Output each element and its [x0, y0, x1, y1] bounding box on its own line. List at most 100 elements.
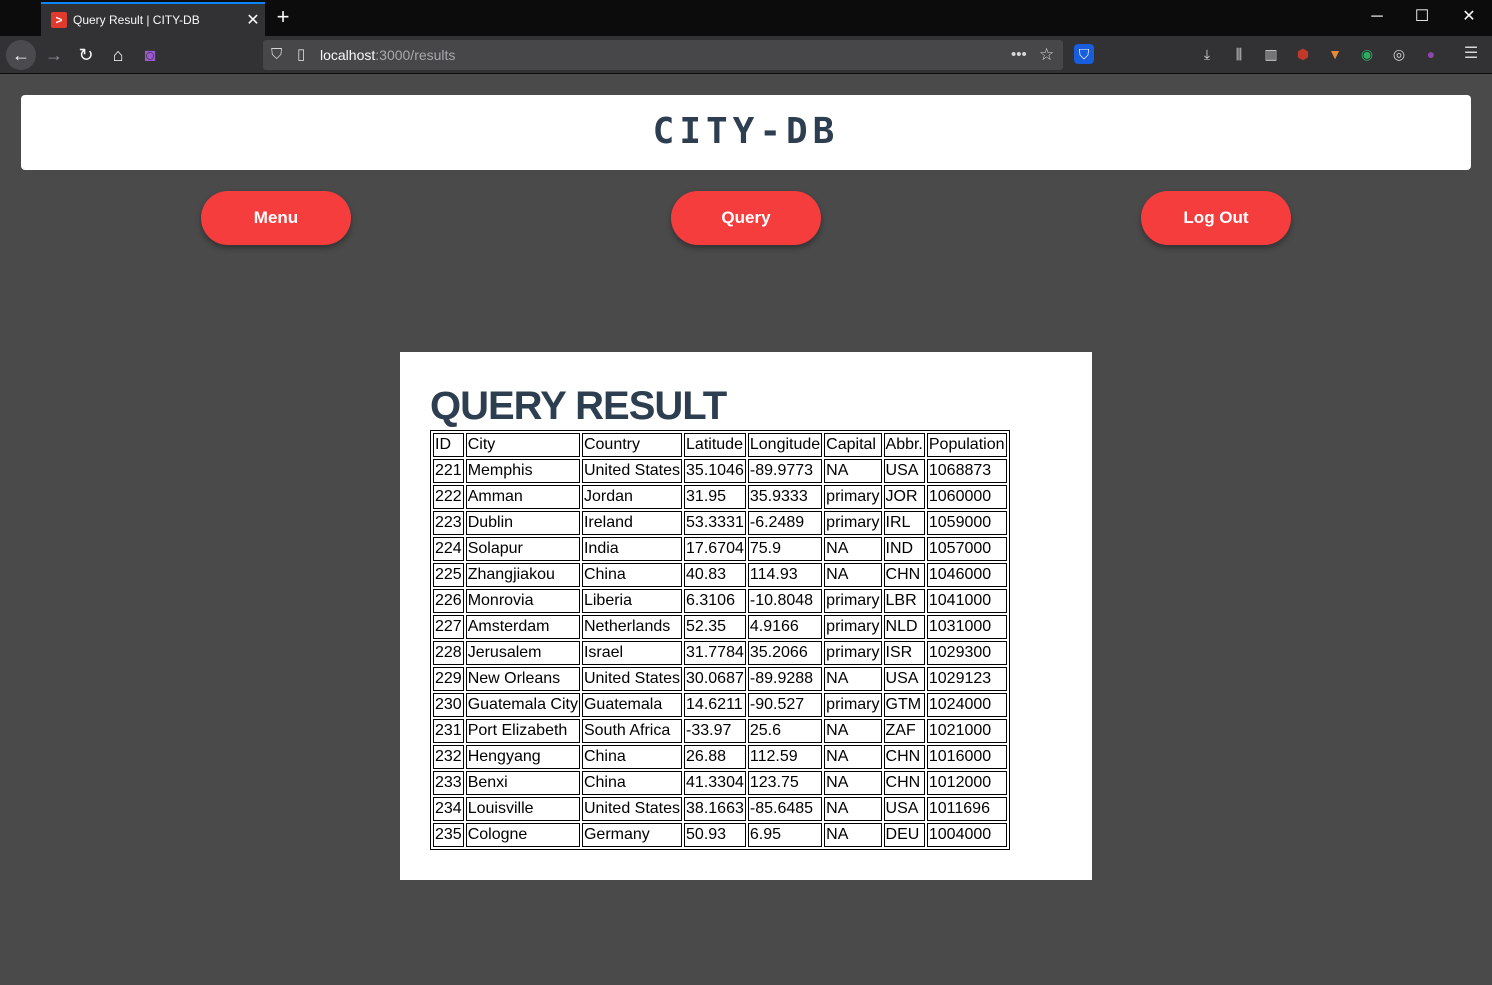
back-arrow-icon[interactable]: ← — [6, 40, 36, 70]
tab-title: Query Result | CITY-DB — [73, 13, 200, 27]
table-cell: IND — [883, 537, 925, 561]
table-cell: 52.35 — [684, 615, 746, 639]
table-cell: Liberia — [581, 589, 683, 613]
table-cell: 31.7784 — [684, 641, 746, 665]
table-cell: 17.6704 — [684, 537, 746, 561]
table-cell: -89.9288 — [747, 667, 823, 691]
hamburger-menu-icon[interactable]: ☰ — [1461, 44, 1481, 64]
site-header: CITY-DB — [21, 95, 1471, 170]
reload-icon[interactable]: ↻ — [71, 40, 101, 70]
table-cell: primary — [824, 589, 882, 613]
table-cell: LBR — [883, 589, 925, 613]
table-cell: Netherlands — [581, 615, 683, 639]
table-cell: 225 — [433, 563, 464, 587]
table-cell: 114.93 — [747, 563, 823, 587]
table-cell: 232 — [433, 745, 464, 769]
table-cell: Solapur — [465, 537, 580, 561]
table-cell: primary — [824, 511, 882, 535]
trash-extension-icon[interactable]: ▼ — [1325, 44, 1345, 64]
table-cell: Benxi — [465, 771, 580, 795]
downloads-icon[interactable]: ⤓ — [1197, 44, 1217, 64]
table-cell: 222 — [433, 485, 464, 509]
shield-icon[interactable]: ⛉ — [271, 45, 282, 65]
table-cell: United States — [581, 667, 683, 691]
table-cell: -10.8048 — [747, 589, 823, 613]
close-window-icon[interactable]: ✕ — [1446, 0, 1492, 34]
password-manager-shield-icon[interactable]: ⛉ — [1074, 44, 1094, 64]
sidebar-icon[interactable]: ▥ — [1261, 44, 1281, 64]
purple-extension-icon[interactable]: ● — [1421, 44, 1441, 64]
table-cell: 75.9 — [747, 537, 823, 561]
table-cell: 223 — [433, 511, 464, 535]
browser-tab[interactable]: > Query Result | CITY-DB ✕ — [41, 2, 265, 36]
table-cell: Hengyang — [465, 745, 580, 769]
table-row: 235 Cologne Germany 50.93 6.95 NA DEU 1004000 — [433, 823, 1007, 847]
new-tab-plus-icon[interactable]: + — [270, 4, 296, 30]
bookmark-star-icon[interactable]: ☆ — [1039, 45, 1054, 65]
table-cell: Louisville — [465, 797, 580, 821]
table-cell: Monrovia — [465, 589, 580, 613]
table-cell: 40.83 — [684, 563, 746, 587]
table-cell: 1016000 — [926, 745, 1007, 769]
address-bar[interactable]: ⛉ ▯ localhost:3000/results ••• ☆ — [263, 40, 1063, 70]
table-cell: 35.1046 — [684, 459, 746, 483]
table-cell: NA — [824, 719, 882, 743]
table-cell: primary — [824, 485, 882, 509]
table-row: 221 Memphis United States 35.1046 -89.9773 NA… — [433, 459, 1007, 483]
tab-close-icon[interactable]: ✕ — [241, 10, 265, 30]
table-row: 229 New Orleans United States 30.0687 -89.92… — [433, 667, 1007, 691]
table-cell: -6.2489 — [747, 511, 823, 535]
table-cell: 14.6211 — [684, 693, 746, 717]
table-cell: -90.527 — [747, 693, 823, 717]
table-cell: 227 — [433, 615, 464, 639]
table-cell: Ireland — [581, 511, 683, 535]
spy-extension-icon[interactable]: ◎ — [1389, 44, 1409, 64]
results-table: ID City Country Latitude Longitude Capital Abb… — [430, 430, 1010, 850]
table-cell: 1031000 — [926, 615, 1007, 639]
table-cell: South Africa — [581, 719, 683, 743]
table-cell: primary — [824, 641, 882, 665]
library-icon[interactable]: ⫼ — [1229, 44, 1249, 64]
screenshot-extension-icon[interactable]: ◙ — [135, 40, 165, 70]
ublock-icon[interactable]: ⬢ — [1293, 44, 1313, 64]
column-header: Population — [926, 433, 1007, 457]
minimize-window-icon[interactable]: ─ — [1354, 0, 1400, 34]
table-cell: NA — [824, 797, 882, 821]
table-cell: 53.3331 — [684, 511, 746, 535]
forward-arrow-icon[interactable]: → — [39, 40, 69, 70]
page-info-icon[interactable]: ▯ — [297, 45, 305, 65]
table-cell: USA — [883, 667, 925, 691]
table-cell: 38.1663 — [684, 797, 746, 821]
table-row: 233 Benxi China 41.3304 123.75 NA CHN 1012000 — [433, 771, 1007, 795]
sync-extension-icon[interactable]: ◉ — [1357, 44, 1377, 64]
browser-tab-bar: > Query Result | CITY-DB ✕ + ─ ☐ ✕ — [0, 0, 1492, 36]
table-cell: Amman — [465, 485, 580, 509]
menu-button[interactable]: Menu — [201, 191, 351, 245]
page-actions-icon[interactable]: ••• — [1011, 45, 1027, 65]
site-favicon-icon: > — [51, 12, 67, 28]
table-cell: 230 — [433, 693, 464, 717]
table-cell: NA — [824, 745, 882, 769]
table-cell: United States — [581, 797, 683, 821]
table-cell: 35.9333 — [747, 485, 823, 509]
table-cell: CHN — [883, 771, 925, 795]
table-cell: 226 — [433, 589, 464, 613]
table-cell: primary — [824, 615, 882, 639]
maximize-window-icon[interactable]: ☐ — [1399, 0, 1445, 34]
query-button[interactable]: Query — [671, 191, 821, 245]
table-cell: Zhangjiakou — [465, 563, 580, 587]
table-cell: Jordan — [581, 485, 683, 509]
table-row: 225 Zhangjiakou China 40.83 114.93 NA CHN 10460… — [433, 563, 1007, 587]
table-cell: New Orleans — [465, 667, 580, 691]
table-row: 223 Dublin Ireland 53.3331 -6.2489 primary IRL… — [433, 511, 1007, 535]
table-cell: Memphis — [465, 459, 580, 483]
table-cell: NA — [824, 537, 882, 561]
table-cell: 35.2066 — [747, 641, 823, 665]
browser-toolbar: ← → ↻ ⌂ ◙ ⛉ ▯ localhost:3000/results •••… — [0, 36, 1492, 74]
log-out-button[interactable]: Log Out — [1141, 191, 1291, 245]
url-text[interactable]: localhost:3000/results — [320, 47, 455, 63]
table-cell: USA — [883, 459, 925, 483]
table-cell: 233 — [433, 771, 464, 795]
column-header: Latitude — [684, 433, 746, 457]
home-icon[interactable]: ⌂ — [103, 40, 133, 70]
